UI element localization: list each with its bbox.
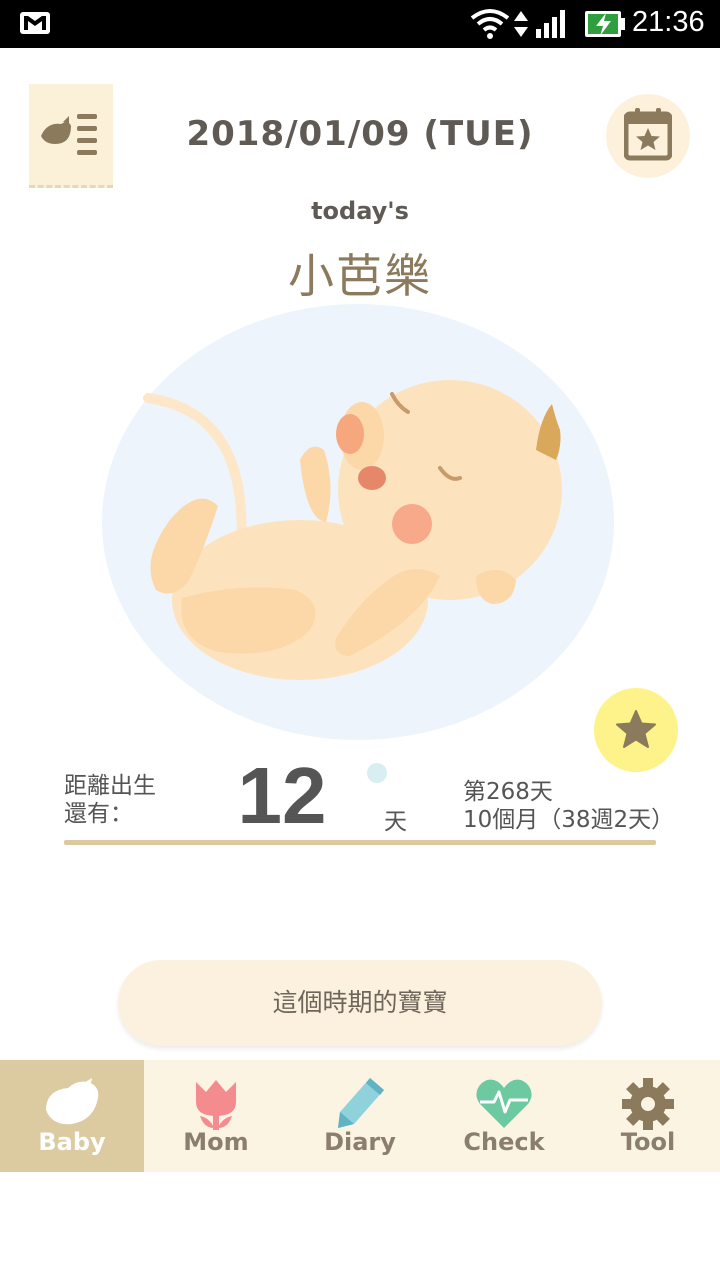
wifi-icon [470, 9, 510, 39]
calendar-button[interactable] [606, 94, 690, 178]
battery-charging-icon [585, 11, 625, 37]
countdown-label-line2: 還有： [64, 801, 133, 827]
decorative-dot [367, 763, 387, 783]
baby-this-period-button[interactable]: 這個時期的寶寶 [118, 960, 602, 1046]
nav-mom[interactable]: Mom [144, 1060, 288, 1172]
gmail-icon [20, 12, 50, 34]
nav-check[interactable]: Check [432, 1060, 576, 1172]
todays-label: today's [311, 197, 409, 225]
days-unit: 天 [384, 809, 407, 835]
nav-mom-label: Mom [183, 1128, 249, 1156]
calendar-star-icon [624, 108, 672, 161]
nav-baby[interactable]: Baby [0, 1060, 144, 1172]
nav-diary-label: Diary [324, 1128, 396, 1156]
tulip-icon [196, 1080, 236, 1130]
bird-list-icon [41, 114, 97, 155]
days-left-number: 12 [237, 751, 327, 840]
favorite-button[interactable] [594, 688, 678, 772]
bottom-nav: Baby Mom Diary Check Tool [0, 1060, 720, 1172]
pregnancy-week-count: 10個月（38週2天） [463, 807, 675, 833]
baby-name: 小芭樂 [288, 249, 432, 303]
nav-tool-label: Tool [620, 1128, 676, 1156]
status-time: 21:36 [632, 6, 705, 38]
data-arrows-icon [514, 11, 528, 37]
bird-icon [46, 1078, 99, 1125]
divider-line [64, 840, 656, 845]
date-title[interactable]: 2018/01/09 (TUE) [150, 114, 570, 154]
nav-check-label: Check [463, 1128, 545, 1156]
star-icon [616, 710, 656, 748]
nav-baby-label: Baby [38, 1128, 106, 1156]
nav-tool[interactable]: Tool [576, 1060, 720, 1172]
countdown-label: 距離出生 還有： [64, 772, 194, 828]
signal-icon [536, 10, 565, 38]
pencil-icon [338, 1078, 384, 1128]
status-bar: 21:36 [0, 0, 720, 48]
menu-button[interactable] [29, 84, 113, 188]
nav-diary[interactable]: Diary [288, 1060, 432, 1172]
baby-illustration [102, 304, 614, 740]
countdown-label-line1: 距離出生 [64, 773, 156, 799]
gear-icon [622, 1078, 674, 1130]
heartbeat-icon [476, 1079, 532, 1128]
